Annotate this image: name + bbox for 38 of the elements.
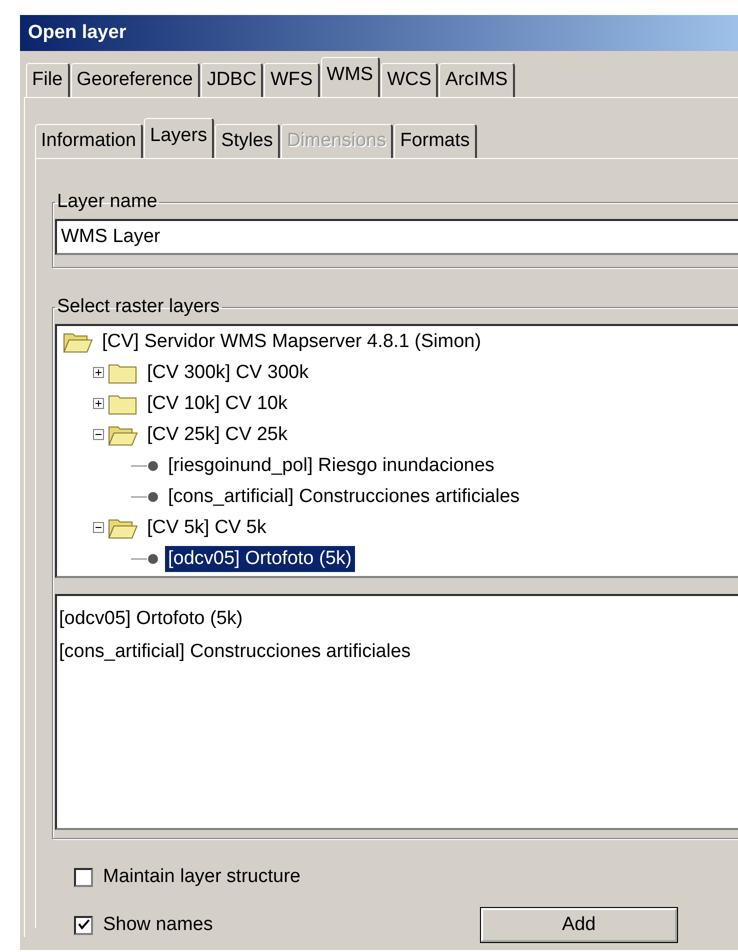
tab[interactable]: Information (35, 124, 144, 158)
check-icon (78, 919, 90, 931)
tree-item[interactable]: [cons_artificial] Construcciones artificiales (165, 484, 523, 510)
checkbox[interactable] (74, 868, 93, 886)
expander-icon[interactable] (93, 522, 104, 533)
tree-item[interactable]: [CV] Servidor WMS Mapserver 4.8.1 (Simon) (99, 328, 484, 354)
tree-item[interactable]: [odcv05] Ortofoto (5k) (165, 546, 355, 572)
tab[interactable]: Formats (394, 124, 477, 158)
tree-item[interactable]: [CV 25k] CV 25k (144, 422, 290, 448)
tab[interactable]: ArcIMS (439, 63, 515, 97)
group-label: Select raster layers (56, 296, 221, 318)
expander-icon[interactable] (93, 367, 104, 378)
tree-item[interactable]: [riesgoinund_pol] Riesgo inundaciones (165, 452, 498, 478)
tab[interactable]: Styles (215, 124, 280, 158)
checkbox[interactable] (74, 916, 93, 934)
leaf-dot-icon (131, 490, 159, 502)
group-label: Layer name (56, 191, 158, 213)
tab[interactable]: WMS (320, 57, 380, 97)
tab[interactable]: Layers (144, 118, 214, 158)
tab[interactable]: File (26, 63, 70, 97)
tab[interactable]: WFS (264, 63, 320, 97)
leaf-dot-icon (131, 460, 159, 472)
window-title: Open layer (20, 15, 738, 51)
checkbox-label: Show names (103, 914, 213, 936)
leaf-dot-icon (131, 552, 159, 564)
expander-icon[interactable] (93, 429, 104, 440)
add-button[interactable]: Add (480, 908, 677, 942)
tree-item[interactable]: [CV 10k] CV 10k (144, 390, 290, 416)
tab[interactable]: WCS (381, 63, 438, 97)
layer-name-field[interactable]: WMS Layer (55, 219, 738, 255)
list-item[interactable]: [odcv05] Ortofoto (5k) (59, 602, 738, 635)
expander-icon[interactable] (93, 398, 104, 409)
tree-item[interactable]: [CV 300k] CV 300k (144, 360, 312, 386)
list-item[interactable]: [cons_artificial] Construcciones artificiales (59, 635, 738, 668)
checkbox-label: Maintain layer structure (103, 866, 300, 888)
tree-item[interactable]: [CV 5k] CV 5k (144, 514, 270, 540)
tab[interactable]: Georeference (70, 63, 200, 97)
tab[interactable]: JDBC (200, 63, 264, 97)
